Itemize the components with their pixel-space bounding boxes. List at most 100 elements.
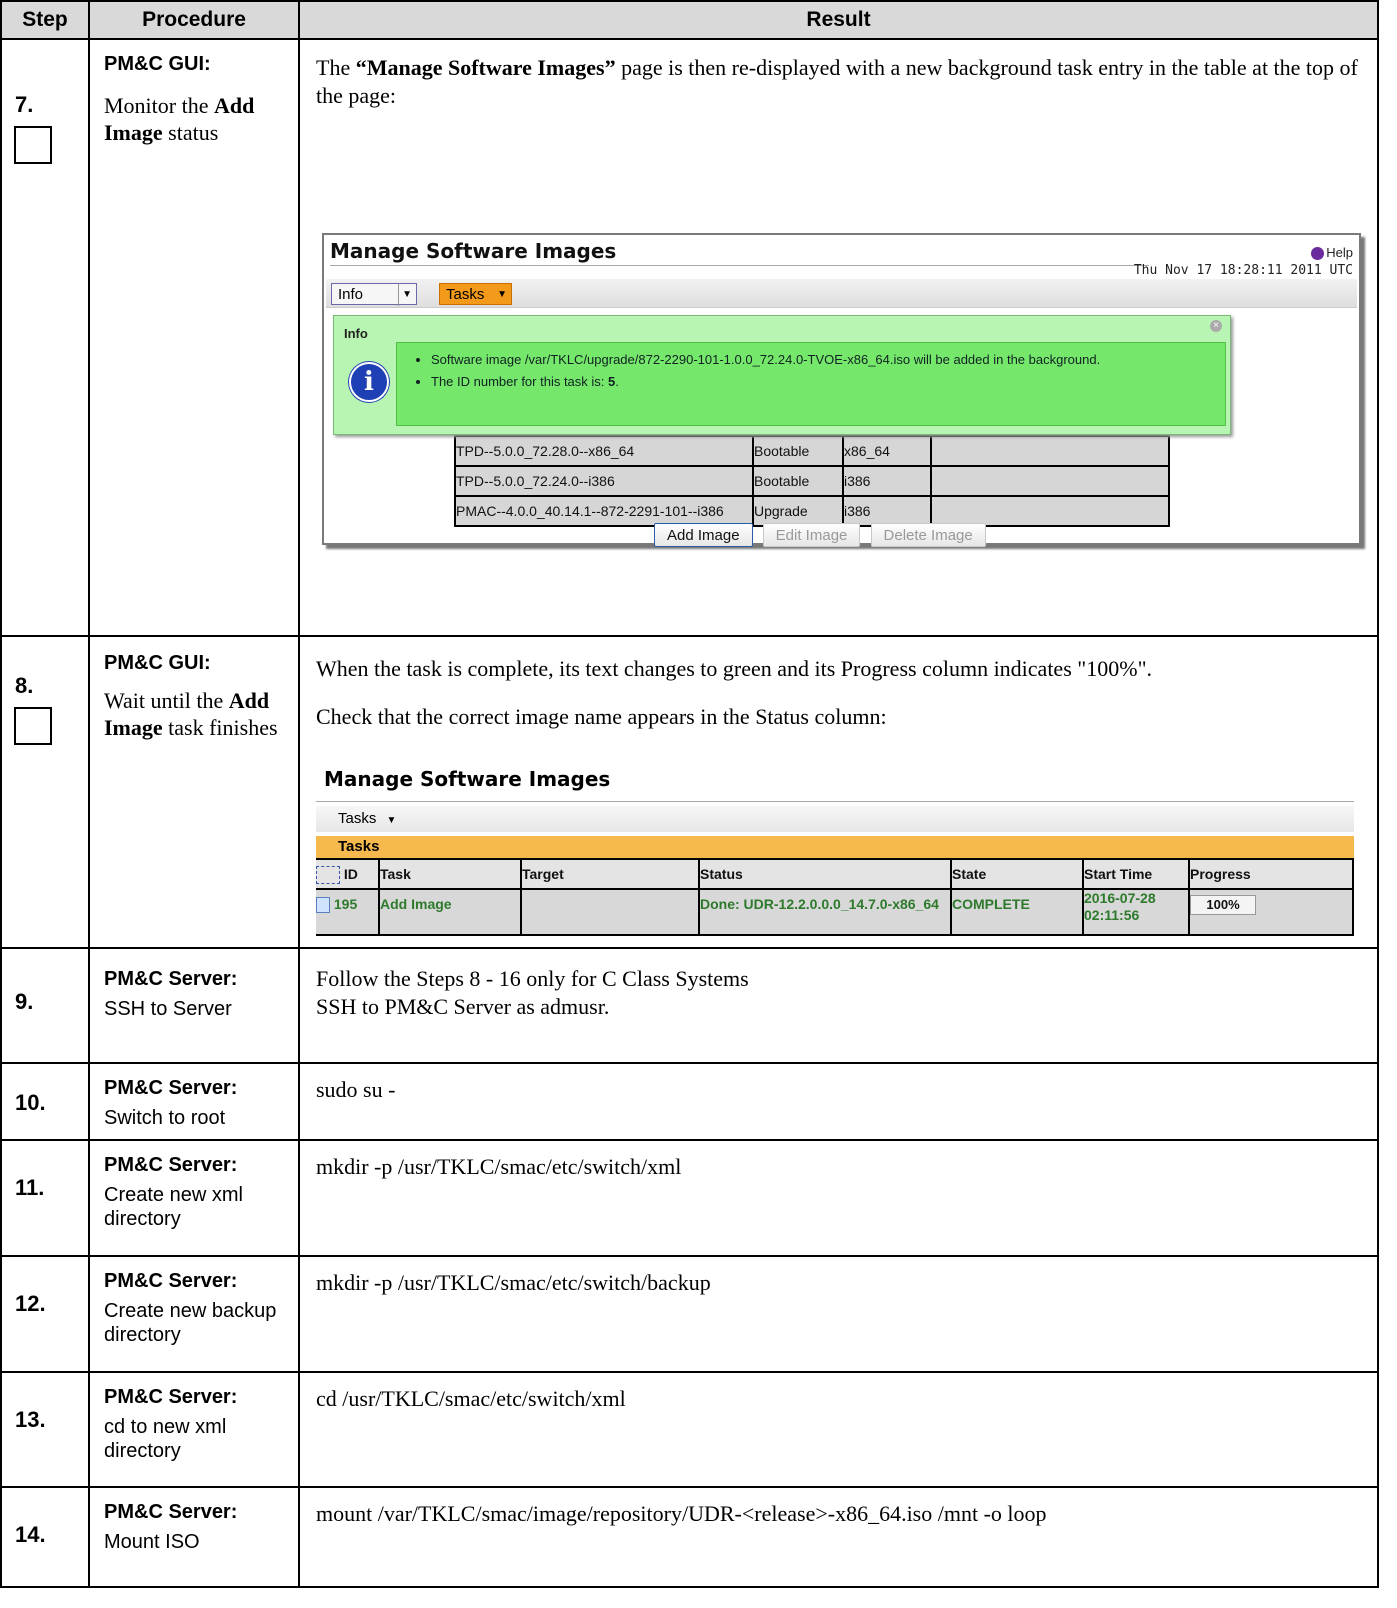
- task-id: 195: [316, 888, 380, 936]
- step-cell: 10.: [0, 1062, 90, 1141]
- result-text: Check that the correct image name appear…: [316, 704, 887, 729]
- header-procedure: Procedure: [88, 0, 300, 40]
- step-checkbox[interactable]: [14, 126, 52, 164]
- table-row[interactable]: TPD--5.0.0_72.28.0--x86_64 Bootable x86_…: [454, 435, 1170, 467]
- procedure-desc: Create new xml directory: [104, 1184, 243, 1230]
- procedure-desc: Mount ISO: [104, 1531, 200, 1553]
- step-cell: 13.: [0, 1371, 90, 1488]
- step-cell: 14.: [0, 1486, 90, 1588]
- delete-image-button[interactable]: Delete Image: [870, 523, 986, 547]
- procedure-cell: PM&C Server: cd to new xml directory: [88, 1371, 300, 1488]
- procedure-desc: Monitor the Add Image status: [104, 93, 255, 145]
- title-divider: [330, 265, 1149, 266]
- step-number: 12.: [15, 1291, 46, 1316]
- info-message: Software image /var/TKLC/upgrade/872-229…: [431, 349, 1225, 371]
- image-arch: x86_64: [842, 435, 932, 467]
- step-cell: 9.: [0, 947, 90, 1064]
- step-cell: 8.: [0, 635, 90, 949]
- procedure-cell: PM&C Server: SSH to Server: [88, 947, 300, 1064]
- chevron-down-icon: ▼: [386, 815, 397, 826]
- image-type: Bootable: [752, 465, 844, 497]
- step-number: 14.: [15, 1522, 46, 1547]
- add-image-button[interactable]: Add Image: [654, 523, 753, 547]
- select-all-box[interactable]: [316, 866, 340, 885]
- tasks-menu[interactable]: Tasks ▼: [439, 283, 512, 305]
- result-command: cd /usr/TKLC/smac/etc/switch/xml: [316, 1386, 626, 1411]
- info-message: The ID number for this task is: 5.: [431, 371, 1225, 393]
- task-progress: 100%: [1188, 888, 1354, 936]
- procedure-desc: Create new backup directory: [104, 1300, 277, 1346]
- col-state[interactable]: State: [950, 858, 1084, 890]
- procedure-cell: PM&C Server: Switch to root: [88, 1062, 300, 1141]
- result-text: SSH to PM&C Server as admusr.: [316, 994, 610, 1019]
- procedure-heading: PM&C Server:: [104, 1386, 238, 1408]
- step-number: 11.: [15, 1175, 45, 1200]
- step-row-9: 9. PM&C Server: SSH to Server Follow the…: [0, 947, 1379, 1064]
- procedure-desc: cd to new xml directory: [104, 1416, 227, 1462]
- result-cell: mkdir -p /usr/TKLC/smac/etc/switch/xml: [298, 1139, 1379, 1257]
- step-number: 13.: [15, 1407, 46, 1432]
- procedure-heading: PM&C Server:: [104, 1077, 238, 1099]
- tasks-panel-header: Tasks: [316, 836, 1354, 858]
- result-cell: sudo su -: [298, 1062, 1379, 1141]
- result-cell: cd /usr/TKLC/smac/etc/switch/xml: [298, 1371, 1379, 1488]
- result-cell: The “Manage Software Images” page is the…: [298, 38, 1379, 637]
- progress-bar: 100%: [1190, 895, 1256, 915]
- task-status: Done: UDR-12.2.0.0.0_14.7.0-x86_64: [698, 888, 952, 936]
- image-arch: i386: [842, 465, 932, 497]
- col-target[interactable]: Target: [520, 858, 700, 890]
- close-icon[interactable]: ×: [1210, 320, 1222, 332]
- chevron-down-icon: ▼: [398, 284, 412, 306]
- image-name: TPD--5.0.0_72.24.0--i386: [454, 465, 754, 497]
- procedure-heading: PM&C Server:: [104, 1501, 238, 1523]
- step-cell: 11.: [0, 1139, 90, 1257]
- procedure-heading: PM&C Server:: [104, 1154, 238, 1176]
- step-row-10: 10. PM&C Server: Switch to root sudo su …: [0, 1062, 1379, 1141]
- col-task[interactable]: Task: [378, 858, 522, 890]
- col-start-time[interactable]: Start Time: [1082, 858, 1190, 890]
- step-cell: 12.: [0, 1255, 90, 1373]
- task-start-time: 2016-07-28 02:11:56: [1082, 888, 1190, 936]
- table-row[interactable]: 195 Add Image Done: UDR-12.2.0.0.0_14.7.…: [316, 888, 1354, 936]
- step-row-13: 13. PM&C Server: cd to new xml directory…: [0, 1371, 1379, 1488]
- image-desc: [930, 435, 1170, 467]
- procedure-cell: PM&C GUI: Monitor the Add Image status: [88, 38, 300, 637]
- tasks-table: ID Task Target Status State Start Time P…: [316, 858, 1354, 936]
- result-command: mkdir -p /usr/TKLC/smac/etc/switch/backu…: [316, 1270, 711, 1295]
- image-desc: [930, 465, 1170, 497]
- task-state: COMPLETE: [950, 888, 1084, 936]
- col-id[interactable]: ID: [316, 858, 380, 890]
- result-command: sudo su -: [316, 1077, 396, 1102]
- images-table: TPD--5.0.0_72.28.0--x86_64 Bootable x86_…: [454, 435, 1170, 527]
- document-icon: [316, 897, 330, 914]
- col-progress[interactable]: Progress: [1188, 858, 1354, 890]
- step-row-14: 14. PM&C Server: Mount ISO mount /var/TK…: [0, 1486, 1379, 1588]
- procedure-heading: PM&C GUI:: [104, 652, 211, 674]
- result-cell: Follow the Steps 8 - 16 only for C Class…: [298, 947, 1379, 1064]
- info-icon: i: [349, 362, 389, 402]
- task-name: Add Image: [378, 888, 522, 936]
- tasks-screenshot: Manage Software Images Tasks ▼ Tasks ID …: [316, 765, 1354, 936]
- image-type: Bootable: [752, 435, 844, 467]
- manage-images-screenshot: Manage Software Images Help Thu Nov 17 1…: [322, 233, 1361, 547]
- step-row-8: 8. PM&C GUI: Wait until the Add Image ta…: [0, 635, 1379, 949]
- step-checkbox[interactable]: [14, 707, 52, 745]
- info-menu[interactable]: Info ▼: [331, 283, 417, 306]
- result-command: mkdir -p /usr/TKLC/smac/etc/switch/xml: [316, 1154, 682, 1179]
- col-status[interactable]: Status: [698, 858, 952, 890]
- step-row-11: 11. PM&C Server: Create new xml director…: [0, 1139, 1379, 1257]
- procedure-heading: PM&C GUI:: [104, 53, 211, 75]
- task-target: [520, 888, 700, 936]
- tasks-menu[interactable]: Tasks ▼: [316, 806, 1354, 832]
- table-row[interactable]: TPD--5.0.0_72.24.0--i386 Bootable i386: [454, 465, 1170, 497]
- edit-image-button[interactable]: Edit Image: [762, 523, 861, 547]
- result-text: The “Manage Software Images” page is the…: [316, 55, 1358, 108]
- page-title: Manage Software Images: [330, 239, 617, 263]
- title-divider: [316, 801, 1354, 802]
- result-command: mount /var/TKLC/smac/image/repository/UD…: [316, 1501, 1047, 1526]
- procedure-desc: Switch to root: [104, 1107, 226, 1129]
- image-name: TPD--5.0.0_72.28.0--x86_64: [454, 435, 754, 467]
- procedure-cell: PM&C Server: Create new xml directory: [88, 1139, 300, 1257]
- step-number: 8.: [15, 673, 34, 698]
- procedure-cell: PM&C Server: Mount ISO: [88, 1486, 300, 1588]
